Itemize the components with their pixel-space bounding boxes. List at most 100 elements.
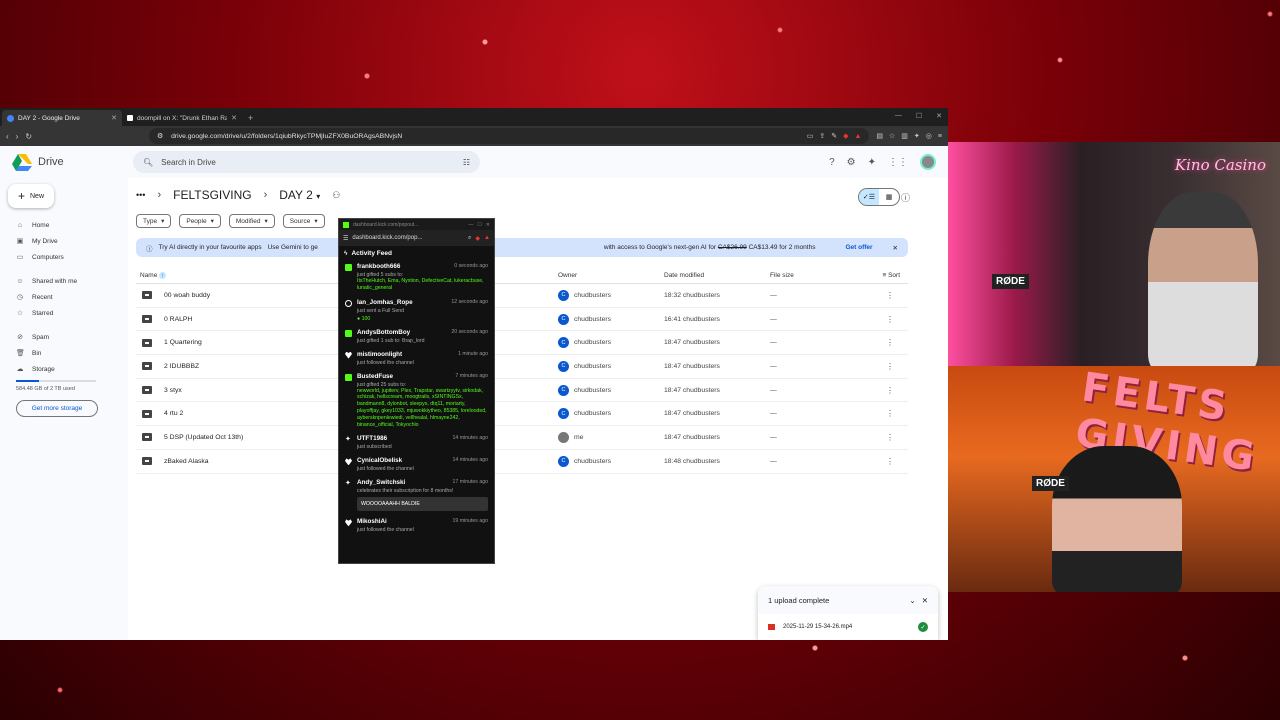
grid-view-icon[interactable]: ▦ xyxy=(879,189,899,205)
back-icon[interactable]: ‹ xyxy=(6,132,9,141)
get-offer-button[interactable]: Get offer xyxy=(845,244,872,251)
maximize-icon[interactable]: ☐ xyxy=(477,222,481,228)
more-actions-icon[interactable]: ⋮ xyxy=(850,338,908,347)
close-window-icon[interactable]: ✕ xyxy=(486,222,490,228)
collapse-icon[interactable]: ⌄ xyxy=(909,596,915,605)
close-banner-icon[interactable]: ✕ xyxy=(893,244,898,252)
site-info-icon[interactable]: ☰ xyxy=(343,235,348,242)
filter-people[interactable]: People ▾ xyxy=(179,214,221,228)
more-actions-icon[interactable]: ⋮ xyxy=(850,315,908,324)
more-breadcrumbs-icon[interactable]: ••• xyxy=(136,190,145,200)
activity-item[interactable]: MikoshiAi 19 minutes ago just followed the… xyxy=(345,515,488,537)
tab-x-post[interactable]: doompill on X: "Drunk Ethan Ralph i ✕ xyxy=(122,110,242,126)
column-date-modified[interactable]: Date modified xyxy=(664,272,770,279)
get-more-storage-button[interactable]: Get more storage xyxy=(16,400,98,417)
table-row[interactable]: 0 RALPH Cchudbusters 16:41 chudbusters — ⋮ xyxy=(136,308,908,332)
more-actions-icon[interactable]: ⋮ xyxy=(850,409,908,418)
edit-icon[interactable]: ✎ xyxy=(831,132,837,140)
activity-username[interactable]: CynicalObelisk xyxy=(357,457,402,464)
activity-username[interactable]: AndysBottomBoy xyxy=(357,329,410,336)
upload-file-row[interactable]: 2025-11-29 15-34-26.mp4 ✓ xyxy=(758,614,938,640)
reader-icon[interactable]: ▥ xyxy=(901,132,908,140)
filter-type[interactable]: Type ▾ xyxy=(136,214,172,228)
activity-username[interactable]: BustedFuse xyxy=(357,373,393,380)
table-row[interactable]: zBaked Alaska Cchudbusters 18:48 chudbuste… xyxy=(136,450,908,474)
sidebar-item-my-drive[interactable]: ▣ My Drive xyxy=(8,233,128,249)
maximize-icon[interactable]: ☐ xyxy=(916,112,922,120)
activity-item[interactable]: AndysBottomBoy 20 seconds ago just gifted … xyxy=(345,326,488,348)
column-owner[interactable]: Owner xyxy=(558,272,664,279)
activity-item[interactable]: mistimoonlight 1 minute ago just followed … xyxy=(345,348,488,370)
menu-icon[interactable]: ≡ xyxy=(938,133,942,140)
brave-rewards-icon[interactable]: ▲ xyxy=(484,235,490,241)
activity-item[interactable]: Ian_Jomhas_Rope 12 seconds ago just sent a… xyxy=(345,296,488,326)
search-options-icon[interactable]: ☷ xyxy=(463,158,470,167)
forward-icon[interactable]: › xyxy=(16,132,19,141)
bookmark-icon[interactable]: ☆ xyxy=(889,132,895,140)
more-actions-icon[interactable]: ⋮ xyxy=(850,433,908,442)
brave-shield-icon[interactable]: ◆ xyxy=(843,132,848,140)
search-input[interactable]: 🔍︎ Search in Drive ☷ xyxy=(133,151,480,173)
zoom-icon[interactable]: ⌕ xyxy=(468,235,471,242)
activity-username[interactable]: frankbooth666 xyxy=(357,263,400,270)
table-row[interactable]: 1 Quartering Cchudbusters 18:47 chudbuster… xyxy=(136,331,908,356)
activity-username[interactable]: Andy_Switchski xyxy=(357,479,405,486)
extension-icon[interactable]: ✦ xyxy=(914,132,920,140)
list-view-icon[interactable]: ✓☰ xyxy=(859,189,879,205)
table-row[interactable]: 4 rtu 2 Cchudbusters 18:47 chudbusters — ⋮ xyxy=(136,402,908,427)
drive-logo[interactable]: Drive xyxy=(12,153,125,171)
table-row[interactable]: 2 IDUBBBZ Cchudbusters 18:47 chudbusters — ⋮ xyxy=(136,355,908,379)
table-row[interactable]: 3 styx Cchudbusters 18:47 chudbusters — ⋮ xyxy=(136,379,908,403)
minimize-icon[interactable]: — xyxy=(468,222,473,228)
activity-item[interactable]: BustedFuse 7 minutes ago just gifted 25 su… xyxy=(345,370,488,433)
sort-button[interactable]: ≡ Sort xyxy=(850,272,908,279)
sidebar-item-spam[interactable]: ⊘ Spam xyxy=(8,329,128,345)
sort-arrow-up-icon[interactable]: ↑ xyxy=(159,272,167,279)
column-file-size[interactable]: File size xyxy=(770,272,850,279)
sidebar-item-starred[interactable]: ☆ Starred xyxy=(8,305,128,321)
close-icon[interactable]: ✕ xyxy=(922,596,928,605)
close-window-icon[interactable]: ✕ xyxy=(936,112,942,120)
url-field[interactable]: ⚙ drive.google.com/drive/u/2/folders/1qi… xyxy=(149,128,870,144)
vpn-icon[interactable]: ◎ xyxy=(926,132,932,140)
brave-shield-icon[interactable]: ◆ xyxy=(475,235,480,242)
activity-username[interactable]: UTFT1986 xyxy=(357,435,387,442)
new-button[interactable]: + New xyxy=(8,184,54,208)
breadcrumb-current[interactable]: DAY 2 ▾ xyxy=(279,188,320,202)
sidebar-item-recent[interactable]: ◷ Recent xyxy=(8,289,128,305)
sidebar-item-home[interactable]: ⌂ Home xyxy=(8,217,128,233)
activity-item[interactable]: ✦ Andy_Switchski 17 minutes ago celebrates … xyxy=(345,476,488,515)
cast-icon[interactable]: ▭ xyxy=(807,132,814,140)
sidebar-item-computers[interactable]: ▭ Computers xyxy=(8,249,128,265)
activity-username[interactable]: Ian_Jomhas_Rope xyxy=(357,299,413,306)
more-actions-icon[interactable]: ⋮ xyxy=(850,362,908,371)
sidebar-item-bin[interactable]: 🗑︎ Bin xyxy=(8,345,128,361)
close-tab-icon[interactable]: ✕ xyxy=(231,114,237,122)
minimize-icon[interactable]: — xyxy=(895,112,902,120)
share-icon[interactable]: ⇪ xyxy=(819,132,825,140)
apps-grid-icon[interactable]: ⋮⋮ xyxy=(888,157,908,168)
shared-folder-icon[interactable]: ⚇ xyxy=(332,190,340,201)
breadcrumb-parent[interactable]: FELTSGIVING xyxy=(173,188,251,202)
activity-item[interactable]: frankbooth666 0 seconds ago just gifted 5 … xyxy=(345,260,488,296)
more-actions-icon[interactable]: ⋮ xyxy=(850,457,908,466)
activity-item[interactable]: CynicalObelisk 14 minutes ago just followe… xyxy=(345,454,488,476)
more-actions-icon[interactable]: ⋮ xyxy=(850,386,908,395)
reload-icon[interactable]: ↻ xyxy=(25,132,32,141)
table-row[interactable]: 00 woah buddy Cchudbusters 18:32 chudbuste… xyxy=(136,284,908,308)
more-actions-icon[interactable]: ⋮ xyxy=(850,291,908,300)
sidebar-item-storage[interactable]: ☁ Storage xyxy=(8,361,128,377)
site-info-icon[interactable]: ⚙ xyxy=(157,132,163,140)
activity-username[interactable]: MikoshiAi xyxy=(357,518,387,525)
activity-username[interactable]: mistimoonlight xyxy=(357,351,402,358)
sidebar-toggle-icon[interactable]: ▤ xyxy=(876,132,883,140)
activity-item[interactable]: ✦ UTFT1986 14 minutes ago just subscribed xyxy=(345,432,488,454)
help-icon[interactable]: ? xyxy=(829,157,835,168)
tab-google-drive[interactable]: DAY 2 - Google Drive ✕ xyxy=(2,110,122,126)
new-tab-icon[interactable]: + xyxy=(242,110,259,126)
settings-icon[interactable]: ⚙ xyxy=(847,157,856,168)
close-tab-icon[interactable]: ✕ xyxy=(111,114,117,122)
filter-modified[interactable]: Modified ▾ xyxy=(228,214,275,228)
info-icon[interactable]: ⓘ xyxy=(901,191,910,204)
sidebar-item-shared[interactable]: ☺ Shared with me xyxy=(8,273,128,289)
